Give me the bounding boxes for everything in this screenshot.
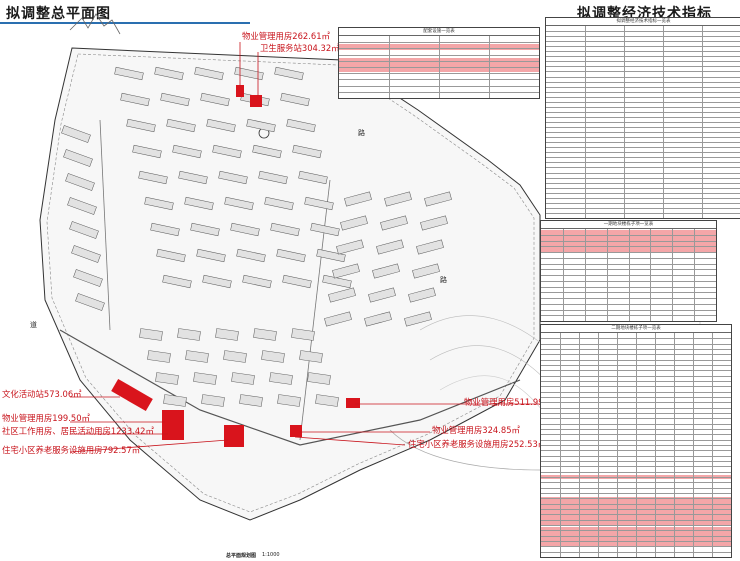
facility-block xyxy=(236,85,244,97)
table-column-rule xyxy=(672,229,674,321)
table-column-rule xyxy=(598,333,599,557)
facility-block xyxy=(346,398,360,408)
table-rule xyxy=(546,192,740,194)
table-column-rule xyxy=(693,333,694,557)
table-rule xyxy=(546,46,740,48)
label-culture-station: 文化活动站573.06㎡ xyxy=(2,389,82,399)
table-column-rule xyxy=(579,333,580,557)
table-column-rule xyxy=(628,229,630,321)
table-rule xyxy=(546,116,740,118)
table-rule xyxy=(546,71,740,73)
table-rule xyxy=(546,51,740,53)
table-rule xyxy=(546,172,740,174)
facility-block xyxy=(250,95,262,107)
table-column-rule xyxy=(655,333,656,557)
table-rule xyxy=(546,162,740,164)
table-rule xyxy=(546,76,740,78)
table-rule xyxy=(546,61,740,63)
table-rule xyxy=(546,81,740,83)
economic-indicators-table: 拟调整经济技术指标一览表 xyxy=(545,17,740,219)
label-community-room: 社区工作用房、居民活动用房1233.42㎡ xyxy=(2,426,154,436)
facilities-table: 配套设施一览表 xyxy=(338,27,540,99)
table-column-rule xyxy=(617,333,618,557)
facility-block xyxy=(224,425,244,447)
label-elderly-facility-2: 住宅小区养老服务设施用房252.53㎡ xyxy=(408,439,547,449)
table-rule xyxy=(546,167,740,169)
table-column-rule xyxy=(694,229,696,321)
road-label: 道 xyxy=(30,321,37,329)
table-rule xyxy=(546,157,740,159)
table-rule xyxy=(546,187,740,189)
table-rule xyxy=(546,132,740,134)
table-column-rule xyxy=(606,229,608,321)
table-rule xyxy=(546,127,740,129)
table-rule xyxy=(546,91,740,93)
facility-block xyxy=(162,410,184,440)
table-rule xyxy=(546,41,740,43)
table-column-rule xyxy=(489,36,490,98)
table-column-rule xyxy=(439,36,440,98)
table-column-rule xyxy=(702,26,703,218)
table-rule xyxy=(546,106,740,108)
table-title: 二期地块楼栋子项一览表 xyxy=(541,325,731,333)
table-column-rule xyxy=(636,333,637,557)
table-column-rule xyxy=(584,229,586,321)
table-rule xyxy=(546,147,740,149)
table-rule xyxy=(546,182,740,184)
table-rule xyxy=(546,86,740,88)
table-column-rule xyxy=(624,26,625,218)
table-rule xyxy=(546,152,740,154)
table-column-rule xyxy=(389,36,390,98)
table-rule xyxy=(546,142,740,144)
table-title: 配套设施一览表 xyxy=(339,28,539,36)
table-rule xyxy=(546,197,740,199)
label-property-room-1: 物业管理用房262.61㎡ xyxy=(242,31,330,41)
table-column-rule xyxy=(585,26,586,218)
table-column-rule xyxy=(650,229,652,321)
road-label: 路 xyxy=(358,129,365,137)
table-rule xyxy=(546,202,740,204)
plan-scale: 1:1000 xyxy=(262,552,280,558)
label-property-room-2: 物业管理用房199.50㎡ xyxy=(2,413,90,423)
plan-caption: 总平面规划图 xyxy=(226,553,257,559)
table-rule xyxy=(546,66,740,68)
table-rule xyxy=(546,122,740,123)
label-property-room-3: 物业管理用房511.99㎡ xyxy=(464,397,552,407)
table-column-rule xyxy=(712,333,713,557)
table-title: 拟调整经济技术指标一览表 xyxy=(546,18,740,26)
table-rule xyxy=(546,137,740,139)
facility-block xyxy=(290,425,302,437)
table-rule xyxy=(546,56,740,58)
table-column-rule xyxy=(674,333,675,557)
terrain-icon xyxy=(69,13,121,35)
table-rule xyxy=(546,31,740,33)
table-rule xyxy=(546,177,740,179)
table-rule xyxy=(546,111,740,113)
table-column-rule xyxy=(560,333,561,557)
table-rule xyxy=(546,96,740,98)
table-rule xyxy=(546,212,740,214)
table-title: 一期地块楼栋子项一览表 xyxy=(541,221,716,229)
label-elderly-facility-1: 住宅小区养老服务设施用房792.57㎡ xyxy=(2,445,141,455)
table-rule xyxy=(546,207,740,209)
phase1-buildings-table: 一期地块楼栋子项一览表 xyxy=(540,220,717,322)
label-health-station: 卫生服务站304.32㎡ xyxy=(260,43,340,53)
phase2-buildings-table: 二期地块楼栋子项一览表 xyxy=(540,324,732,558)
table-column-rule xyxy=(562,229,564,321)
table-rule xyxy=(546,36,740,38)
table-column-rule xyxy=(663,26,664,218)
label-property-room-4: 物业管理用房324.85㎡ xyxy=(432,425,520,435)
road-label: 路 xyxy=(440,276,447,284)
table-rule xyxy=(546,101,740,103)
